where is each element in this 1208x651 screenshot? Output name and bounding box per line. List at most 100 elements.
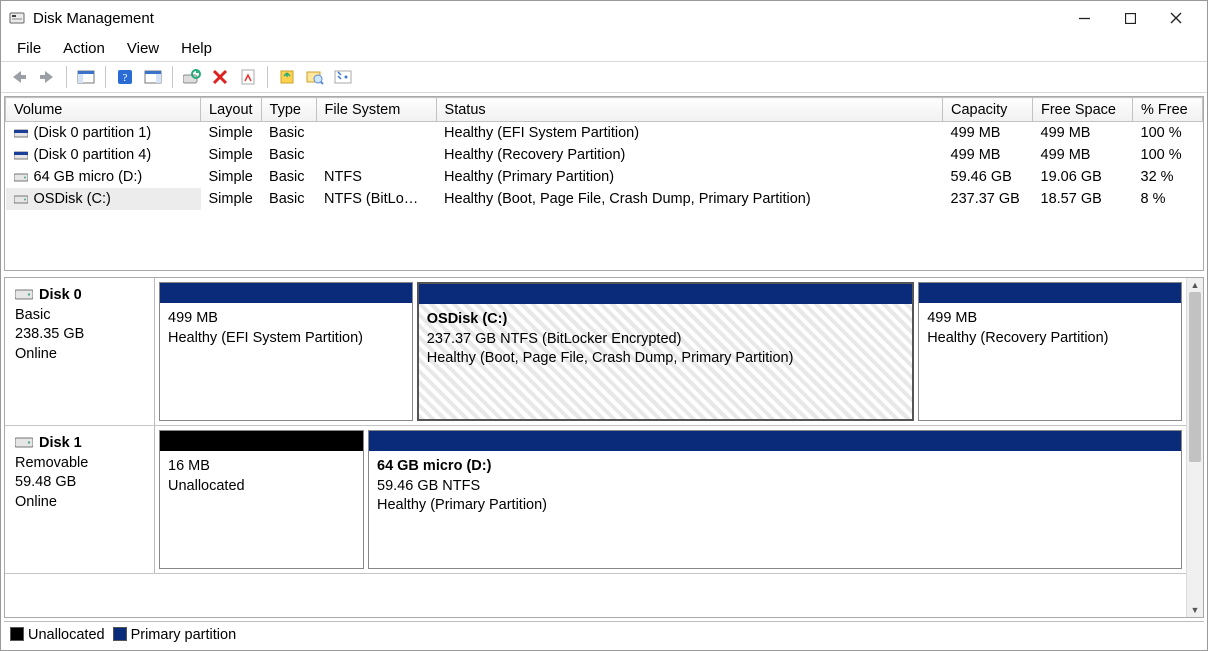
partition-size: 16 MB bbox=[168, 457, 355, 477]
partition[interactable]: OSDisk (C:)237.37 GB NTFS (BitLocker Enc… bbox=[417, 282, 914, 421]
disk-icon bbox=[15, 435, 33, 447]
partition-size: 59.46 GB NTFS bbox=[377, 477, 1173, 497]
cell-free: 499 MB bbox=[1033, 122, 1133, 144]
col-type[interactable]: Type bbox=[261, 98, 316, 122]
partition-strip: 16 MBUnallocated64 GB micro (D:)59.46 GB… bbox=[155, 426, 1186, 573]
properties-icon[interactable] bbox=[236, 65, 260, 89]
window-title: Disk Management bbox=[33, 10, 154, 27]
partition-body: 16 MBUnallocated bbox=[160, 451, 363, 568]
col-filesystem[interactable]: File System bbox=[316, 98, 436, 122]
cell-layout: Simple bbox=[201, 166, 262, 188]
volume-icon bbox=[14, 170, 28, 180]
partition-size: 237.37 GB NTFS (BitLocker Encrypted) bbox=[427, 330, 904, 350]
cell-capacity: 499 MB bbox=[943, 144, 1033, 166]
volume-icon bbox=[14, 148, 28, 158]
cell-pct: 100 % bbox=[1133, 144, 1203, 166]
toolbar: ? bbox=[1, 61, 1207, 93]
disk-graphical-pane: Disk 0Basic238.35 GBOnline499 MBHealthy … bbox=[4, 277, 1204, 618]
table-row[interactable]: (Disk 0 partition 4)SimpleBasicHealthy (… bbox=[6, 144, 1203, 166]
col-layout[interactable]: Layout bbox=[201, 98, 262, 122]
volume-name: OSDisk (C:) bbox=[34, 191, 111, 207]
disk-icon bbox=[15, 287, 33, 299]
volume-table[interactable]: Volume Layout Type File System Status Ca… bbox=[5, 97, 1203, 210]
table-row[interactable]: 64 GB micro (D:) SimpleBasicNTFSHealthy (… bbox=[6, 166, 1203, 188]
volume-name: (Disk 0 partition 4) bbox=[34, 147, 152, 163]
volume-list-pane: Volume Layout Type File System Status Ca… bbox=[4, 96, 1204, 271]
partition-title: OSDisk (C:) bbox=[427, 310, 904, 330]
disk-state: Online bbox=[15, 493, 144, 513]
col-pctfree[interactable]: % Free bbox=[1133, 98, 1203, 122]
cell-free: 19.06 GB bbox=[1033, 166, 1133, 188]
disk-info[interactable]: Disk 1Removable59.48 GBOnline bbox=[5, 426, 155, 573]
vertical-scrollbar[interactable]: ▲ ▼ bbox=[1186, 278, 1203, 617]
col-status[interactable]: Status bbox=[436, 98, 942, 122]
menu-view[interactable]: View bbox=[117, 38, 169, 59]
partition[interactable]: 16 MBUnallocated bbox=[159, 430, 364, 569]
cell-pct: 32 % bbox=[1133, 166, 1203, 188]
cell-type: Basic bbox=[261, 166, 316, 188]
partition-size: 499 MB bbox=[927, 309, 1173, 329]
partition-body: OSDisk (C:)237.37 GB NTFS (BitLocker Enc… bbox=[419, 304, 912, 419]
partition-status: Healthy (Primary Partition) bbox=[377, 496, 1173, 516]
partition-strip: 499 MBHealthy (EFI System Partition)OSDi… bbox=[155, 278, 1186, 425]
cell-capacity: 237.37 GB bbox=[943, 188, 1033, 210]
partition[interactable]: 64 GB micro (D:)59.46 GB NTFSHealthy (Pr… bbox=[368, 430, 1182, 569]
back-button[interactable] bbox=[7, 65, 31, 89]
app-icon bbox=[9, 10, 25, 26]
delete-icon[interactable] bbox=[208, 65, 232, 89]
cell-fs bbox=[316, 144, 436, 166]
disk-row: Disk 0Basic238.35 GBOnline499 MBHealthy … bbox=[5, 278, 1186, 426]
maximize-button[interactable] bbox=[1107, 3, 1153, 33]
close-button[interactable] bbox=[1153, 3, 1199, 33]
partition[interactable]: 499 MBHealthy (Recovery Partition) bbox=[918, 282, 1182, 421]
cell-status: Healthy (EFI System Partition) bbox=[436, 122, 942, 144]
disk-info[interactable]: Disk 0Basic238.35 GBOnline bbox=[5, 278, 155, 425]
show-hide-tree-button[interactable] bbox=[74, 65, 98, 89]
new-volume-icon[interactable] bbox=[275, 65, 299, 89]
menubar: File Action View Help bbox=[1, 35, 1207, 61]
col-freespace[interactable]: Free Space bbox=[1033, 98, 1133, 122]
minimize-button[interactable] bbox=[1061, 3, 1107, 33]
cell-fs bbox=[316, 122, 436, 144]
partition-cap-primary bbox=[419, 284, 912, 304]
table-row[interactable]: OSDisk (C:)SimpleBasicNTFS (BitLo…Health… bbox=[6, 188, 1203, 210]
disk-kind: Removable bbox=[15, 454, 144, 474]
cell-free: 499 MB bbox=[1033, 144, 1133, 166]
cell-capacity: 59.46 GB bbox=[943, 166, 1033, 188]
menu-file[interactable]: File bbox=[7, 38, 51, 59]
cell-pct: 100 % bbox=[1133, 122, 1203, 144]
partition-status: Healthy (EFI System Partition) bbox=[168, 329, 404, 349]
explore-icon[interactable] bbox=[303, 65, 327, 89]
cell-status: Healthy (Primary Partition) bbox=[436, 166, 942, 188]
forward-button[interactable] bbox=[35, 65, 59, 89]
partition-status: Healthy (Boot, Page File, Crash Dump, Pr… bbox=[427, 349, 904, 369]
disk-name: Disk 0 bbox=[39, 287, 82, 303]
legend-unallocated: Unallocated bbox=[28, 627, 105, 643]
menu-action[interactable]: Action bbox=[53, 38, 115, 59]
scrollbar-thumb[interactable] bbox=[1189, 292, 1201, 462]
col-volume[interactable]: Volume bbox=[6, 98, 201, 122]
partition-body: 64 GB micro (D:)59.46 GB NTFSHealthy (Pr… bbox=[369, 451, 1181, 568]
volume-name: 64 GB micro (D:) bbox=[34, 169, 143, 185]
disk-row: Disk 1Removable59.48 GBOnline16 MBUnallo… bbox=[5, 426, 1186, 574]
partition-status: Healthy (Recovery Partition) bbox=[927, 329, 1173, 349]
partition[interactable]: 499 MBHealthy (EFI System Partition) bbox=[159, 282, 413, 421]
legend-swatch-unallocated bbox=[10, 627, 24, 641]
table-row[interactable]: (Disk 0 partition 1)SimpleBasicHealthy (… bbox=[6, 122, 1203, 144]
cell-capacity: 499 MB bbox=[943, 122, 1033, 144]
disk-size: 59.48 GB bbox=[15, 473, 144, 493]
help-button[interactable]: ? bbox=[113, 65, 137, 89]
refresh-icon[interactable] bbox=[180, 65, 204, 89]
cell-layout: Simple bbox=[201, 188, 262, 210]
cell-type: Basic bbox=[261, 144, 316, 166]
settings-icon[interactable] bbox=[331, 65, 355, 89]
col-capacity[interactable]: Capacity bbox=[943, 98, 1033, 122]
cell-status: Healthy (Recovery Partition) bbox=[436, 144, 942, 166]
partition-title: 64 GB micro (D:) bbox=[377, 457, 1173, 477]
menu-help[interactable]: Help bbox=[171, 38, 222, 59]
partition-cap-primary bbox=[160, 283, 412, 303]
partition-cap-primary bbox=[919, 283, 1181, 303]
partition-status: Unallocated bbox=[168, 477, 355, 497]
show-hide-actions-button[interactable] bbox=[141, 65, 165, 89]
cell-fs: NTFS bbox=[316, 166, 436, 188]
